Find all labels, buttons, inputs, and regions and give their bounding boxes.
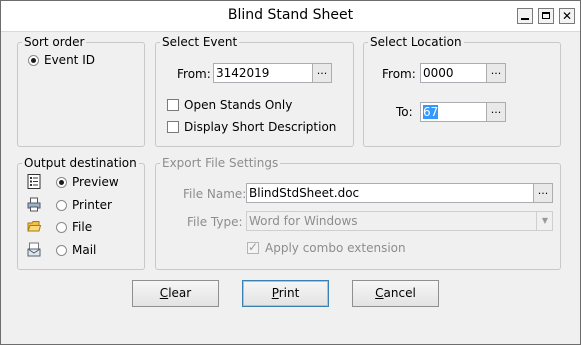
title-bar: Blind Stand Sheet ✕ bbox=[1, 1, 580, 32]
event-from-label: From: bbox=[177, 67, 211, 81]
export-file-settings-legend: Export File Settings bbox=[162, 156, 279, 170]
file-name-browse-button[interactable]: ... bbox=[533, 183, 553, 203]
display-short-description-checkbox[interactable] bbox=[167, 121, 179, 133]
location-to-browse-button[interactable]: ... bbox=[486, 102, 506, 122]
file-type-label: File Type: bbox=[187, 215, 243, 229]
file-type-select[interactable]: Word for Windows bbox=[246, 211, 553, 231]
radio-mail-label: Mail bbox=[72, 243, 97, 257]
maximize-button[interactable] bbox=[538, 8, 554, 24]
file-name-label: File Name: bbox=[183, 187, 247, 201]
location-to-selected-text: 67 bbox=[423, 105, 439, 119]
event-from-browse-button[interactable]: ... bbox=[312, 63, 332, 83]
radio-event-id-label: Event ID bbox=[44, 53, 95, 67]
window-title: Blind Stand Sheet bbox=[227, 7, 354, 23]
clear-button-label: lear bbox=[168, 286, 192, 300]
minimize-icon bbox=[521, 18, 529, 20]
printer-icon bbox=[27, 197, 41, 212]
minimize-button[interactable] bbox=[517, 8, 533, 24]
radio-file-label: File bbox=[72, 220, 93, 234]
close-icon: ✕ bbox=[561, 9, 573, 23]
location-from-browse-button[interactable]: ... bbox=[486, 63, 506, 83]
radio-printer[interactable] bbox=[56, 200, 67, 211]
location-from-label: From: bbox=[382, 67, 416, 81]
clear-button-mnemonic: C bbox=[159, 286, 169, 300]
sort-order-legend: Sort order bbox=[24, 35, 85, 49]
select-location-legend: Select Location bbox=[370, 35, 462, 49]
select-event-legend: Select Event bbox=[162, 35, 238, 49]
display-short-description-label: Display Short Description bbox=[184, 120, 337, 134]
folder-icon bbox=[27, 221, 41, 232]
radio-mail[interactable] bbox=[56, 245, 67, 256]
print-button-mnemonic: P bbox=[271, 286, 279, 300]
chevron-down-icon[interactable]: ▼ bbox=[536, 211, 553, 231]
event-from-input[interactable]: 3142019 bbox=[213, 63, 313, 83]
maximize-icon bbox=[542, 12, 550, 19]
cancel-button-label: ancel bbox=[383, 286, 416, 300]
print-button-label: rint bbox=[278, 286, 300, 300]
select-location-group: Select Location bbox=[363, 35, 561, 147]
sort-order-group: Sort order bbox=[17, 35, 145, 147]
output-destination-legend: Output destination bbox=[24, 156, 137, 170]
radio-file[interactable] bbox=[56, 222, 67, 233]
radio-printer-label: Printer bbox=[72, 198, 112, 212]
radio-event-id[interactable] bbox=[28, 55, 39, 66]
preview-icon bbox=[27, 174, 41, 189]
location-to-input[interactable]: 67 bbox=[420, 102, 487, 122]
cancel-button[interactable]: Cancel bbox=[352, 280, 439, 307]
mail-icon bbox=[27, 242, 41, 257]
open-stands-only-checkbox[interactable] bbox=[167, 99, 179, 111]
open-stands-only-label: Open Stands Only bbox=[184, 98, 293, 112]
print-button[interactable]: Print bbox=[242, 280, 329, 307]
apply-combo-extension-label: Apply combo extension bbox=[265, 241, 406, 255]
clear-button[interactable]: Clear bbox=[132, 280, 219, 307]
apply-combo-extension-checkbox[interactable] bbox=[247, 240, 259, 254]
cancel-button-mnemonic: C bbox=[375, 286, 384, 300]
location-from-input[interactable]: 0000 bbox=[420, 63, 487, 83]
radio-preview[interactable] bbox=[56, 177, 67, 188]
location-to-label: To: bbox=[396, 105, 413, 119]
dialog-window: Blind Stand Sheet ✕ Sort order Event ID … bbox=[0, 0, 581, 345]
file-type-value: Word for Windows bbox=[249, 214, 358, 228]
file-name-input[interactable]: BlindStdSheet.doc bbox=[246, 183, 534, 203]
close-button[interactable]: ✕ bbox=[559, 8, 575, 24]
radio-preview-label: Preview bbox=[72, 175, 119, 189]
